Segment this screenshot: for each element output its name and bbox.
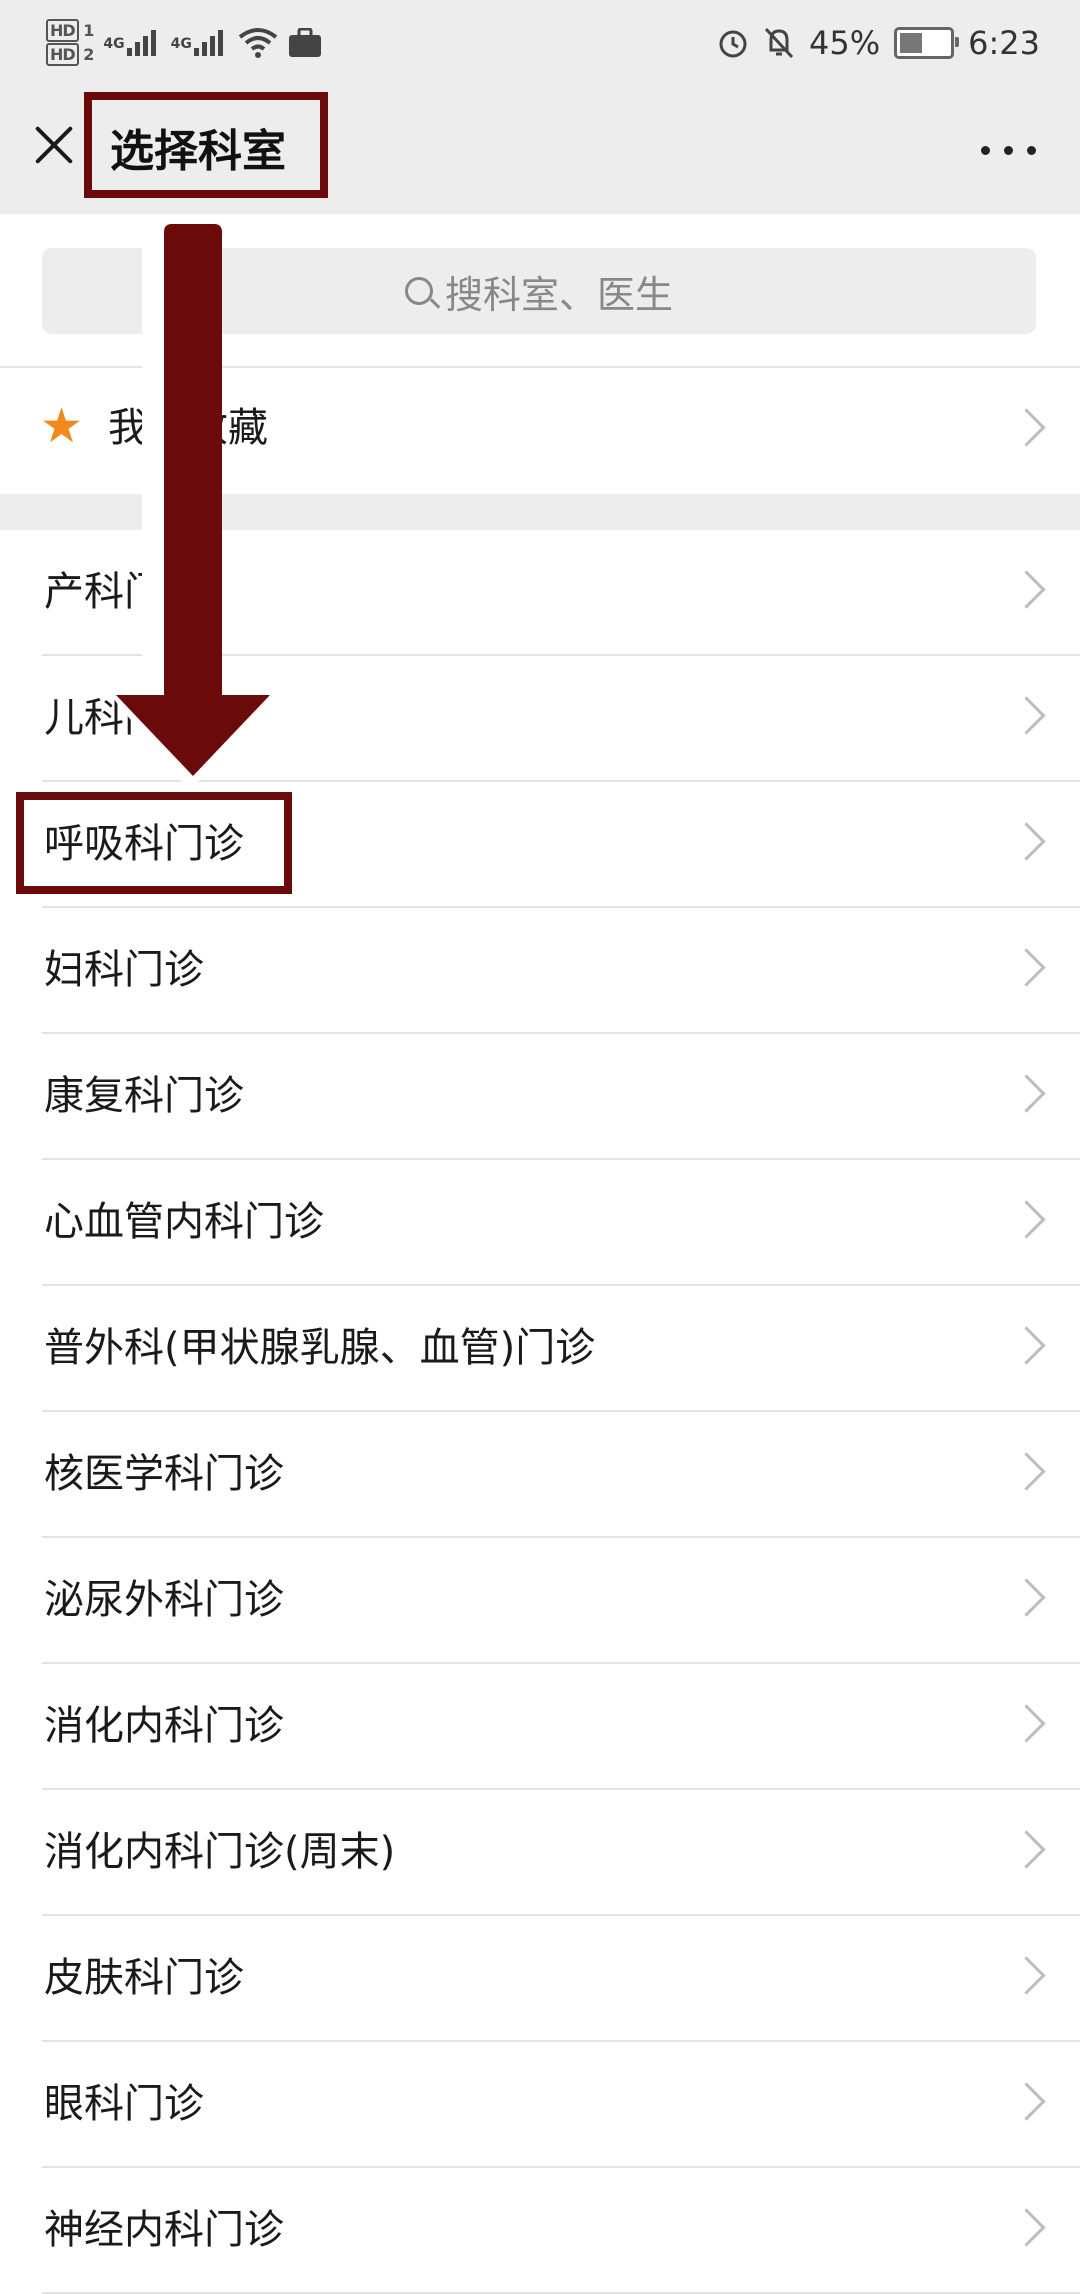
department-item[interactable]: 皮肤科门诊 bbox=[0, 1916, 1080, 2042]
more-icon[interactable] bbox=[981, 146, 1036, 155]
signal-icon: 4G bbox=[103, 30, 158, 56]
battery-icon bbox=[894, 27, 960, 59]
chevron-right-icon bbox=[1007, 822, 1046, 861]
annotation-title-highlight bbox=[84, 92, 328, 198]
hd-indicator-2: HD 2 bbox=[46, 43, 94, 66]
annotation-item-highlight bbox=[16, 792, 292, 894]
department-item[interactable]: 核医学科门诊 bbox=[0, 1412, 1080, 1538]
chevron-right-icon bbox=[1007, 1326, 1046, 1365]
department-label: 核医学科门诊 bbox=[44, 1451, 284, 1497]
chevron-right-icon bbox=[1007, 1956, 1046, 1995]
alarm-icon bbox=[719, 30, 747, 58]
annotation-arrow bbox=[112, 214, 270, 785]
chevron-right-icon bbox=[1007, 1452, 1046, 1491]
battery-percent: 45% bbox=[809, 24, 881, 62]
hd-indicator-1: HD 1 bbox=[46, 19, 94, 42]
department-item[interactable]: 消化内科门诊 bbox=[0, 1664, 1080, 1790]
nav-bar: 选择科室 bbox=[0, 86, 1080, 214]
briefcase-icon bbox=[288, 28, 321, 57]
department-label: 心血管内科门诊 bbox=[44, 1199, 324, 1245]
search-placeholder: 搜科室、医生 bbox=[444, 272, 673, 317]
department-label: 泌尿外科门诊 bbox=[44, 1577, 284, 1623]
hd-label: HD bbox=[46, 19, 79, 42]
star-icon: ★ bbox=[40, 398, 84, 454]
sim2-label: 2 bbox=[83, 45, 94, 64]
department-item[interactable]: 泌尿外科门诊 bbox=[0, 1538, 1080, 1664]
department-label: 消化内科门诊(周末) bbox=[44, 1829, 396, 1875]
chevron-right-icon bbox=[1007, 948, 1046, 987]
chevron-right-icon bbox=[1007, 696, 1046, 735]
status-left: HD 1 HD 2 4G 4G bbox=[46, 12, 322, 74]
department-label: 普外科(甲状腺乳腺、血管)门诊 bbox=[44, 1325, 596, 1371]
chevron-right-icon bbox=[1007, 570, 1046, 609]
department-label: 眼科门诊 bbox=[44, 2081, 204, 2127]
department-item[interactable]: 心血管内科门诊 bbox=[0, 1160, 1080, 1286]
hd-indicators: HD 1 HD 2 bbox=[46, 19, 94, 66]
chevron-right-icon bbox=[1007, 2082, 1046, 2121]
chevron-right-icon bbox=[1007, 1200, 1046, 1239]
chevron-right-icon bbox=[1007, 1074, 1046, 1113]
chevron-right-icon bbox=[1007, 2208, 1046, 2247]
department-label: 皮肤科门诊 bbox=[44, 1955, 244, 2001]
search-icon bbox=[404, 277, 433, 305]
network-type-2: 4G bbox=[170, 36, 192, 52]
department-label: 神经内科门诊 bbox=[44, 2207, 284, 2253]
chevron-right-icon bbox=[1007, 408, 1046, 447]
sim1-label: 1 bbox=[83, 21, 94, 40]
mute-bell-icon bbox=[764, 27, 794, 59]
department-item[interactable]: 妇科门诊 bbox=[0, 908, 1080, 1034]
close-icon[interactable] bbox=[30, 120, 80, 170]
department-label: 康复科门诊 bbox=[44, 1073, 244, 1119]
chevron-right-icon bbox=[1007, 1830, 1046, 1869]
network-type-1: 4G bbox=[103, 36, 125, 52]
department-item[interactable]: 康复科门诊 bbox=[0, 1034, 1080, 1160]
chevron-right-icon bbox=[1007, 1704, 1046, 1743]
department-label: 妇科门诊 bbox=[44, 947, 204, 993]
chevron-right-icon bbox=[1007, 1578, 1046, 1617]
status-bar: HD 1 HD 2 4G 4G 45% 6:23 bbox=[0, 0, 1080, 86]
hd-label: HD bbox=[46, 43, 79, 66]
wifi-icon bbox=[238, 28, 278, 58]
department-item[interactable]: 普外科(甲状腺乳腺、血管)门诊 bbox=[0, 1286, 1080, 1412]
department-item[interactable]: 消化内科门诊(周末) bbox=[0, 1790, 1080, 1916]
clock: 6:23 bbox=[968, 24, 1040, 62]
department-label: 消化内科门诊 bbox=[44, 1703, 284, 1749]
status-right: 45% 6:23 bbox=[717, 18, 1040, 68]
department-item[interactable]: 神经内科门诊 bbox=[0, 2168, 1080, 2294]
signal-icon: 4G bbox=[171, 30, 226, 56]
department-item[interactable]: 眼科门诊 bbox=[0, 2042, 1080, 2168]
